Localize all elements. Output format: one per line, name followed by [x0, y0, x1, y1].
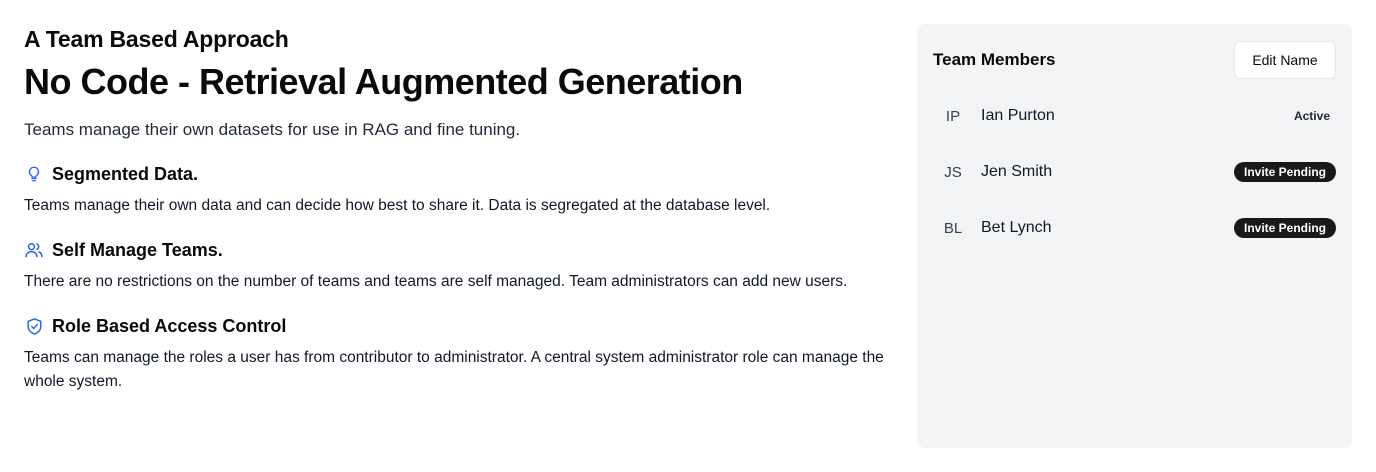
member-name: Ian Purton	[981, 107, 1055, 124]
member-row[interactable]: JS Jen Smith Invite Pending	[933, 152, 1336, 192]
avatar: IP	[945, 107, 961, 125]
lightbulb-icon	[24, 164, 44, 184]
member-row[interactable]: BL Bet Lynch Invite Pending	[933, 208, 1336, 248]
feature-header: Segmented Data.	[24, 162, 894, 186]
feature-segmented-data: Segmented Data. Teams manage their own d…	[24, 162, 894, 218]
avatar: JS	[944, 163, 962, 181]
feature-title: Role Based Access Control	[52, 316, 287, 336]
users-icon	[24, 240, 44, 260]
avatar: BL	[943, 219, 963, 237]
feature-title: Self Manage Teams.	[52, 240, 223, 260]
panel-header: Team Members Edit Name	[933, 40, 1336, 80]
status-badge: Invite Pending	[1233, 218, 1336, 238]
hero-eyebrow: A Team Based Approach	[24, 26, 289, 52]
member-row[interactable]: IP Ian Purton Active	[933, 96, 1336, 136]
status-badge: Invite Pending	[1233, 162, 1336, 182]
shield-check-icon	[24, 316, 44, 336]
edit-name-button[interactable]: Edit Name	[1234, 41, 1336, 79]
feature-self-manage-teams: Self Manage Teams. There are no restrict…	[24, 238, 894, 294]
hero-title: No Code - Retrieval Augmented Generation	[24, 61, 743, 102]
feature-description: Teams can manage the roles a user has fr…	[24, 349, 884, 390]
status-badge: Active	[1293, 109, 1330, 123]
feature-description: There are no restrictions on the number …	[24, 273, 848, 290]
member-name: Jen Smith	[981, 163, 1053, 180]
feature-role-based-access: Role Based Access Control Teams can mana…	[24, 314, 894, 394]
feature-header: Role Based Access Control	[24, 314, 894, 338]
member-name: Bet Lynch	[981, 219, 1052, 236]
member-list: IP Ian Purton Active JS Jen Smith Invite…	[933, 96, 1336, 264]
panel-title: Team Members	[933, 50, 1056, 69]
team-members-panel: Team Members Edit Name IP Ian Purton Act…	[917, 24, 1352, 448]
feature-title: Segmented Data.	[52, 164, 199, 184]
page: A Team Based Approach No Code - Retrieva…	[0, 0, 1376, 472]
feature-header: Self Manage Teams.	[24, 238, 894, 262]
hero-lead: Teams manage their own datasets for use …	[24, 120, 521, 139]
hero-section: A Team Based Approach No Code - Retrieva…	[24, 24, 894, 394]
feature-description: Teams manage their own data and can deci…	[24, 197, 771, 214]
